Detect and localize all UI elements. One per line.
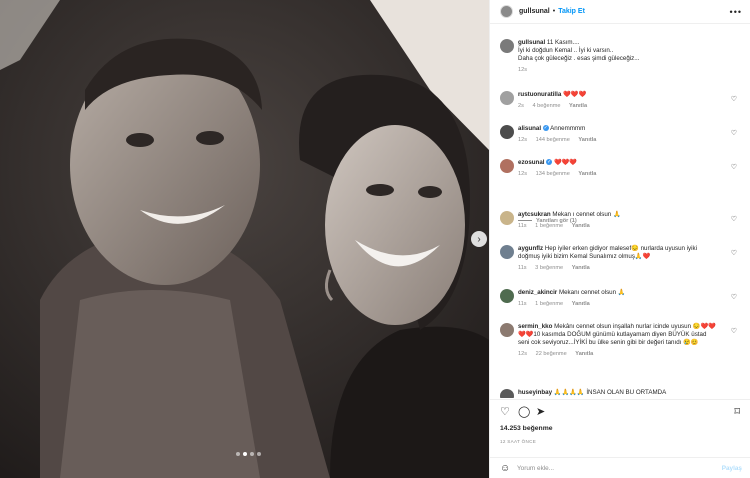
heart-icon[interactable]: ♡	[731, 130, 737, 138]
bookmark-icon[interactable]: ⌑	[734, 405, 740, 418]
reply-button[interactable]: Yanıtla	[575, 351, 593, 357]
carousel-dot	[257, 452, 261, 456]
photo-image	[0, 0, 489, 478]
avatar[interactable]	[500, 289, 514, 303]
comment-likes[interactable]: 3 beğenme	[535, 265, 563, 271]
list-item: huseyinbay 🙏🙏🙏🙏 İNSAN OLAN BU ORTAMDA	[500, 389, 740, 398]
comment-likes[interactable]: 134 beğenme	[536, 171, 570, 177]
post-header: gullsunal • Takip Et •••	[490, 0, 750, 24]
add-comment-bar: ☺ Paylaş	[490, 457, 750, 478]
instagram-post: › gullsunal • Takip Et ••• gullsunal 11 …	[0, 0, 750, 478]
avatar[interactable]	[500, 125, 514, 139]
heart-icon[interactable]: ♡	[731, 96, 737, 104]
share-icon[interactable]: ➤	[536, 405, 545, 418]
list-item: aytcsukran Mekan ı cennet olsun 🙏 11s 1 …	[500, 211, 740, 230]
reply-button[interactable]: Yanıtla	[572, 265, 590, 271]
comment-likes[interactable]: 1 beğenme	[535, 301, 563, 307]
avatar[interactable]	[500, 389, 514, 398]
comment-text: ❤️❤️❤️	[563, 91, 587, 98]
comment-time: 11s	[518, 223, 527, 229]
chevron-right-icon: ›	[477, 233, 481, 245]
comments-list[interactable]: gullsunal 11 Kasım.... İyi ki doğdun Kem…	[490, 25, 750, 398]
comment-time: 12s	[518, 171, 528, 177]
list-item: ezosunal ✓ ❤️❤️❤️ 12s 134 beğenme Yanıtl…	[500, 159, 740, 178]
author-username[interactable]: gullsunal	[519, 8, 550, 15]
next-photo-button[interactable]: ›	[471, 231, 487, 247]
comment-likes[interactable]: 4 beğenme	[532, 103, 560, 109]
heart-icon[interactable]: ♡	[731, 216, 737, 224]
comment-username[interactable]: rustuonuratilla	[518, 91, 561, 98]
heart-icon[interactable]: ♡	[731, 328, 737, 336]
list-item: rustuonuratilla ❤️❤️❤️ 2s 4 beğenme Yanı…	[500, 91, 740, 110]
smiley-icon[interactable]: ☺	[500, 463, 510, 474]
reply-button[interactable]: Yanıtla	[578, 171, 596, 177]
comment-time: 2s	[518, 103, 524, 109]
comment-text: Annemmmm	[550, 125, 586, 132]
carousel-dot	[250, 452, 254, 456]
reply-button[interactable]: Yanıtla	[572, 301, 590, 307]
heart-icon[interactable]: ♡	[731, 164, 737, 172]
reply-button[interactable]: Yanıtla	[572, 223, 590, 229]
avatar[interactable]	[500, 323, 514, 337]
comment-likes[interactable]: 144 beğenme	[536, 137, 570, 143]
header-separator: •	[552, 8, 556, 15]
comment-input[interactable]	[517, 463, 697, 473]
caption: gullsunal 11 Kasım.... İyi ki doğdun Kem…	[500, 39, 740, 74]
post-sidebar: gullsunal • Takip Et ••• gullsunal 11 Ka…	[489, 0, 750, 478]
more-icon[interactable]: •••	[730, 7, 742, 17]
avatar[interactable]	[500, 245, 514, 259]
post-media[interactable]: ›	[0, 0, 489, 478]
avatar[interactable]	[500, 91, 514, 105]
reply-button[interactable]: Yanıtla	[578, 137, 596, 143]
reply-button[interactable]: Yanıtla	[569, 103, 587, 109]
carousel-dot-active	[243, 452, 247, 456]
comment-time: 11s	[518, 301, 527, 307]
caption-line: İyi ki doğdun Kemal .. İyi ki varsın..	[518, 47, 614, 54]
likes-count[interactable]: 14.253 beğenme	[500, 425, 553, 432]
post-comment-button[interactable]: Paylaş	[722, 465, 742, 472]
comment-text: ❤️❤️❤️	[553, 159, 578, 166]
comment-text: Hep iyiler erken gidiyor malesef😔 nurlar…	[518, 245, 697, 260]
comment-username[interactable]: sermin_kko	[518, 323, 552, 330]
verified-badge-icon: ✓	[546, 159, 553, 166]
comment-username[interactable]: aytcsukran	[518, 211, 551, 218]
carousel-dot	[236, 452, 240, 456]
comment-text: Mekan ı cennet olsun 🙏	[552, 211, 621, 218]
comment-username[interactable]: alisunal	[518, 125, 541, 132]
comment-time: 12s	[518, 137, 528, 143]
posted-time: 12 SAAT ÖNCE	[500, 439, 537, 444]
comment-username[interactable]: ezosunal	[518, 159, 544, 166]
comment-time: 12s	[518, 351, 528, 357]
list-item: aygunflz Hep iyiler erken gidiyor malese…	[500, 245, 740, 272]
list-item: alisunal ✓ Annemmmm 12s 144 beğenme Yanı…	[500, 125, 740, 144]
follow-button[interactable]: Takip Et	[558, 8, 585, 15]
heart-icon[interactable]: ♡	[731, 250, 737, 258]
avatar[interactable]	[500, 5, 513, 18]
avatar[interactable]	[500, 39, 514, 53]
comment-text: 🙏🙏🙏🙏 İNSAN OLAN BU ORTAMDA	[553, 389, 667, 396]
avatar[interactable]	[500, 159, 514, 173]
comment-time: 11s	[518, 265, 527, 271]
action-bar: ♡ ◯ ➤ ⌑	[490, 399, 750, 419]
caption-username[interactable]: gullsunal	[518, 39, 545, 46]
caption-time: 12s	[518, 67, 528, 73]
comment-text: Mekanı cennet olsun 🙏	[558, 289, 626, 296]
list-item: sermin_kko Mekânı cennet olsun inşallah …	[500, 323, 740, 358]
list-item: deniz_akincir Mekanı cennet olsun 🙏 11s …	[500, 289, 740, 308]
comment-likes[interactable]: 1 beğenme	[535, 223, 563, 229]
comment-likes[interactable]: 22 beğenme	[536, 351, 567, 357]
comment-icon[interactable]: ◯	[518, 405, 530, 418]
caption-line: Daha çok güleceğiz . esas şimdi güleceği…	[518, 55, 640, 62]
caption-line: 11 Kasım....	[546, 39, 580, 46]
heart-icon[interactable]: ♡	[731, 294, 737, 302]
comment-username[interactable]: deniz_akincir	[518, 289, 557, 296]
heart-icon[interactable]: ♡	[500, 405, 510, 418]
comment-username[interactable]: aygunflz	[518, 245, 543, 252]
comment-username[interactable]: huseyinbay	[518, 389, 552, 396]
avatar[interactable]	[500, 211, 514, 225]
carousel-dots	[236, 452, 261, 456]
verified-badge-icon: ✓	[542, 125, 549, 132]
